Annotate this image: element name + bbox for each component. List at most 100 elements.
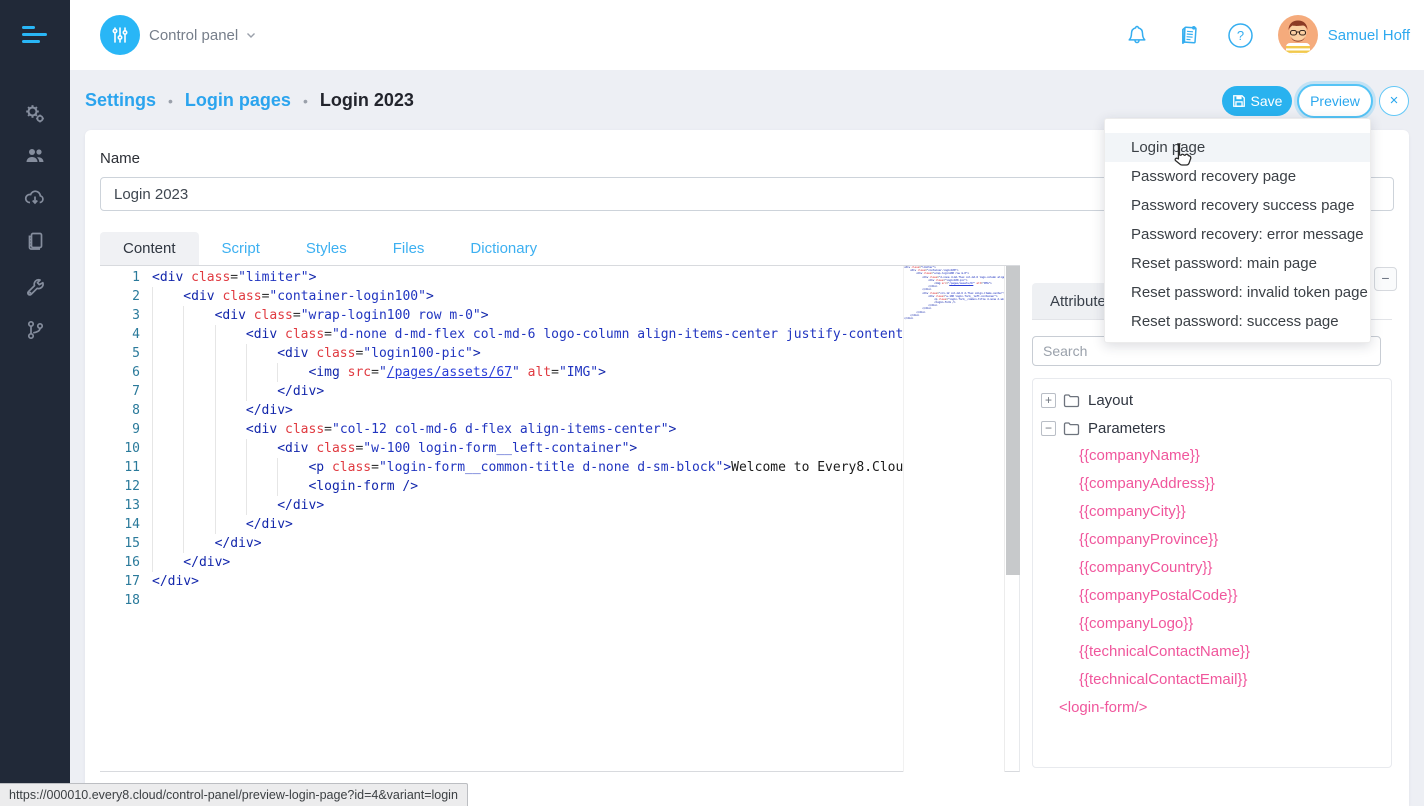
tab-dictionary[interactable]: Dictionary bbox=[447, 232, 560, 265]
app-root: Control panel ? Samuel Hoff Settings • L… bbox=[0, 0, 1424, 806]
line-number: 3 bbox=[100, 306, 140, 325]
code-line[interactable]: <login-form /> bbox=[152, 477, 903, 496]
sidebar-item-integrations[interactable] bbox=[0, 312, 70, 348]
menu-item-reset-password-invalid-token-page[interactable]: Reset password: invalid token page bbox=[1105, 278, 1370, 307]
line-number: 17 bbox=[100, 572, 140, 591]
editor-scrollbar-thumb[interactable] bbox=[1006, 266, 1020, 575]
sidebar-item-tools[interactable] bbox=[0, 270, 70, 306]
code-area[interactable]: <div class="limiter"><div class="contain… bbox=[152, 268, 903, 768]
code-line[interactable]: <div class="login100-pic"> bbox=[152, 344, 903, 363]
app-selector[interactable]: Control panel bbox=[100, 15, 258, 55]
tree-toggle[interactable]: + bbox=[1041, 393, 1056, 408]
tab-styles[interactable]: Styles bbox=[283, 232, 370, 265]
menu-item-reset-password-main-page[interactable]: Reset password: main page bbox=[1105, 249, 1370, 278]
floppy-save-icon bbox=[1232, 94, 1246, 108]
user-name: Samuel Hoff bbox=[1328, 27, 1410, 44]
breadcrumb: Settings • Login pages • Login 2023 bbox=[85, 90, 414, 111]
editor-tabs: ContentScriptStylesFilesDictionary bbox=[100, 232, 1020, 266]
close-button[interactable]: × bbox=[1379, 86, 1409, 116]
menu-item-login-page[interactable]: Login page bbox=[1105, 133, 1370, 162]
preview-button-label: Preview bbox=[1310, 93, 1360, 109]
code-line[interactable]: <div class="limiter"> bbox=[152, 268, 903, 287]
parameter-item[interactable]: {{technicalContactEmail}} bbox=[1033, 666, 1391, 694]
top-header: Control panel ? Samuel Hoff bbox=[70, 0, 1424, 70]
code-line[interactable]: </div> bbox=[152, 572, 903, 591]
close-icon: × bbox=[1390, 92, 1399, 109]
code-line[interactable]: </div> bbox=[152, 401, 903, 420]
code-line[interactable]: </div> bbox=[152, 515, 903, 534]
tab-files[interactable]: Files bbox=[370, 232, 448, 265]
code-line[interactable]: </div> bbox=[152, 553, 903, 572]
parameter-item[interactable]: {{companyCity}} bbox=[1033, 498, 1391, 526]
code-line[interactable]: <div class="container-login100"> bbox=[152, 287, 903, 306]
release-notes-icon bbox=[1175, 21, 1203, 49]
parameter-item[interactable]: {{companyAddress}} bbox=[1033, 470, 1391, 498]
menu-item-password-recovery-page[interactable]: Password recovery page bbox=[1105, 162, 1370, 191]
code-line[interactable]: </div> bbox=[152, 496, 903, 515]
tab-content[interactable]: Content bbox=[100, 232, 199, 265]
svg-text:?: ? bbox=[1237, 28, 1244, 43]
users-icon bbox=[23, 144, 47, 168]
line-number: 5 bbox=[100, 344, 140, 363]
code-line[interactable]: <div class="d-none d-md-flex col-md-6 lo… bbox=[152, 325, 903, 344]
menu-item-reset-password-success-page[interactable]: Reset password: success page bbox=[1105, 307, 1370, 336]
editor-minimap[interactable]: <div class="limiter"> <div class="contai… bbox=[903, 266, 1004, 772]
breadcrumb-settings[interactable]: Settings bbox=[85, 90, 156, 111]
code-line[interactable] bbox=[152, 591, 903, 610]
release-notes-button[interactable] bbox=[1175, 21, 1203, 49]
help-icon: ? bbox=[1227, 22, 1254, 49]
breadcrumb-separator: • bbox=[168, 93, 173, 109]
menu-item-password-recovery-error-message[interactable]: Password recovery: error message bbox=[1105, 220, 1370, 249]
save-button[interactable]: Save bbox=[1222, 86, 1292, 116]
component-item-login-form[interactable]: <login-form/> bbox=[1033, 694, 1391, 722]
attributes-tree: +Layout−Parameters{{companyName}}{{compa… bbox=[1032, 378, 1392, 768]
tree-folder-layout[interactable]: + Layout bbox=[1033, 386, 1391, 414]
name-field-label: Name bbox=[100, 150, 140, 167]
minus-icon: − bbox=[1381, 270, 1389, 286]
tree-toggle[interactable]: − bbox=[1041, 421, 1056, 436]
preview-variant-menu: Login pagePassword recovery pagePassword… bbox=[1104, 118, 1371, 343]
help-button[interactable]: ? bbox=[1227, 22, 1254, 49]
parameter-item[interactable]: {{technicalContactName}} bbox=[1033, 638, 1391, 666]
minimap-line bbox=[904, 320, 1004, 323]
notifications-button[interactable] bbox=[1123, 21, 1151, 49]
code-line[interactable]: </div> bbox=[152, 382, 903, 401]
code-line[interactable]: <div class="w-100 login-form__left-conta… bbox=[152, 439, 903, 458]
tree-folder-label: Layout bbox=[1088, 392, 1133, 409]
parameter-item[interactable]: {{companyName}} bbox=[1033, 442, 1391, 470]
journal-icon bbox=[23, 229, 47, 253]
control-panel-logo bbox=[100, 15, 140, 55]
code-line[interactable]: </div> bbox=[152, 534, 903, 553]
folder-icon bbox=[1063, 393, 1080, 408]
wrench-icon bbox=[23, 276, 47, 300]
sidebar-item-journal[interactable] bbox=[0, 223, 70, 259]
tab-script[interactable]: Script bbox=[199, 232, 283, 265]
line-number: 13 bbox=[100, 496, 140, 515]
tree-folder-parameters[interactable]: −Parameters bbox=[1033, 414, 1391, 442]
code-line[interactable]: <div class="wrap-login100 row m-0"> bbox=[152, 306, 903, 325]
parameter-item[interactable]: {{companyPostalCode}} bbox=[1033, 582, 1391, 610]
code-line[interactable]: <p class="login-form__common-title d-non… bbox=[152, 458, 903, 477]
sliders-icon bbox=[109, 24, 131, 46]
git-branch-icon bbox=[23, 318, 47, 342]
code-editor[interactable]: 123456789101112131415161718 <div class="… bbox=[100, 266, 1020, 772]
parameter-item[interactable]: {{companyCountry}} bbox=[1033, 554, 1391, 582]
menu-item-password-recovery-success-page[interactable]: Password recovery success page bbox=[1105, 191, 1370, 220]
panel-collapse-button[interactable]: − bbox=[1374, 267, 1397, 291]
status-link-tooltip: https://000010.every8.cloud/control-pane… bbox=[0, 783, 468, 806]
line-number: 16 bbox=[100, 553, 140, 572]
parameter-item[interactable]: {{companyLogo}} bbox=[1033, 610, 1391, 638]
code-line[interactable]: <div class="col-12 col-md-6 d-flex align… bbox=[152, 420, 903, 439]
parameter-item[interactable]: {{companyProvince}} bbox=[1033, 526, 1391, 554]
line-number: 7 bbox=[100, 382, 140, 401]
line-number: 2 bbox=[100, 287, 140, 306]
sidebar-item-settings[interactable] bbox=[0, 96, 70, 132]
breadcrumb-login-pages[interactable]: Login pages bbox=[185, 90, 291, 111]
user-menu[interactable]: Samuel Hoff bbox=[1278, 15, 1410, 55]
code-line[interactable]: <img src="/pages/assets/67" alt="IMG"> bbox=[152, 363, 903, 382]
sidebar-item-downloads[interactable] bbox=[0, 180, 70, 216]
preview-button[interactable]: Preview bbox=[1297, 84, 1373, 118]
sidebar-item-users[interactable] bbox=[0, 138, 70, 174]
hamburger-menu-button[interactable] bbox=[0, 0, 70, 70]
line-number: 9 bbox=[100, 420, 140, 439]
